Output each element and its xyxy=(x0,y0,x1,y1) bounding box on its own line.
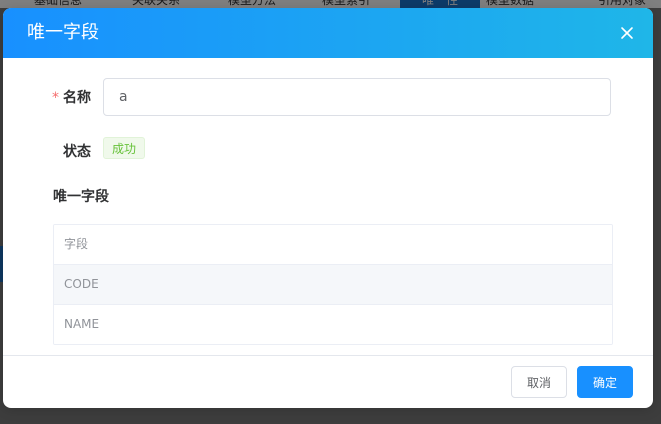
footer-divider xyxy=(3,355,653,356)
name-label: * 名称 xyxy=(52,88,91,108)
name-label-text: 名称 xyxy=(63,90,91,106)
close-icon[interactable] xyxy=(619,25,635,41)
unique-field-dialog: 唯一字段 *名称 状态 成功 唯一字段 字段 CODE NAME 取消 确定 xyxy=(3,8,653,408)
table-header-field: 字段 xyxy=(54,225,612,265)
dialog-header: 唯一字段 xyxy=(3,8,653,58)
unique-fields-title: 唯一字段 xyxy=(53,189,109,205)
confirm-button[interactable]: 确定 xyxy=(577,366,633,398)
dialog-title: 唯一字段 xyxy=(27,22,99,43)
table-row[interactable]: CODE xyxy=(54,265,612,305)
cancel-button[interactable]: 取消 xyxy=(511,366,567,398)
table-row[interactable]: NAME xyxy=(54,305,612,344)
unique-fields-table: 字段 CODE NAME xyxy=(53,224,613,345)
required-mark: * xyxy=(52,90,59,106)
name-input[interactable] xyxy=(103,78,611,116)
status-badge: 成功 xyxy=(103,137,146,159)
status-label: 状态 xyxy=(63,144,91,160)
